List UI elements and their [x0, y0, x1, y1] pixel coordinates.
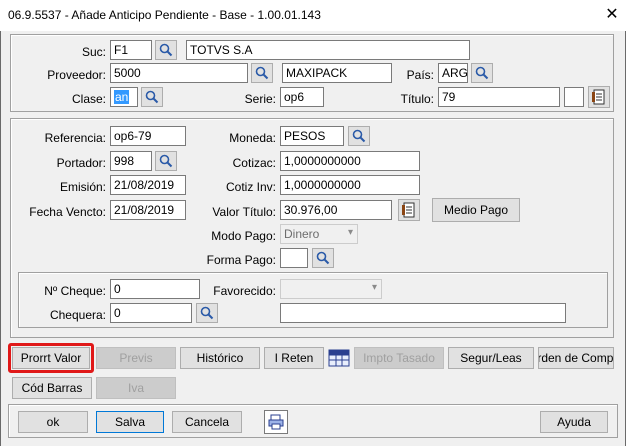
historico-button[interactable]: Histórico — [180, 347, 260, 369]
prorrt-valor-button[interactable]: Prorrt Valor — [12, 347, 90, 369]
pais-label: País: — [406, 68, 434, 82]
titulo-extra-input[interactable] — [564, 87, 584, 107]
fecha-vencto-label: Fecha Vencto: — [29, 205, 106, 219]
cotiz-inv-input[interactable]: 1,0000000000 — [280, 175, 420, 195]
valor-titulo-label: Valor Título: — [212, 205, 276, 219]
window-title: 06.9.5537 - Añade Anticipo Pendiente - B… — [8, 8, 321, 22]
cotiz-inv-label: Cotiz Inv: — [225, 180, 276, 194]
suc-search-icon[interactable] — [155, 40, 177, 60]
moneda-search-icon[interactable] — [348, 126, 370, 146]
pais-search-icon[interactable] — [471, 63, 493, 83]
modo-pago-label: Modo Pago: — [211, 229, 276, 243]
chequera-label: Chequera: — [49, 308, 106, 322]
serie-input[interactable]: op6 — [280, 87, 324, 107]
titulo-label: Título: — [400, 92, 434, 106]
chequera-description-field — [280, 303, 566, 323]
moneda-input[interactable]: PESOS — [280, 126, 344, 146]
proveedor-search-icon[interactable] — [251, 63, 273, 83]
cotizac-label: Cotizac: — [232, 156, 276, 170]
ok-button[interactable]: ok — [18, 411, 88, 433]
cod-barras-button[interactable]: Cód Barras — [12, 377, 92, 399]
proveedor-input[interactable]: 5000 — [110, 63, 248, 83]
proveedor-label: Proveedor: — [47, 68, 106, 82]
iva-button[interactable]: Iva — [96, 377, 176, 399]
chevron-down-icon: ▾ — [371, 282, 377, 293]
pais-input[interactable]: ARG — [438, 63, 468, 83]
cotizac-input[interactable]: 1,0000000000 — [280, 151, 420, 171]
valor-titulo-input[interactable]: 30.976,00 — [280, 200, 392, 220]
orden-compra-button[interactable]: Orden de Compra — [538, 347, 614, 369]
segur-leas-button[interactable]: Segur/Leas — [448, 347, 534, 369]
valor-document-icon[interactable] — [398, 199, 420, 221]
portador-input[interactable]: 998 — [110, 151, 152, 171]
suc-label: Suc: — [81, 45, 106, 59]
portador-label: Portador: — [56, 156, 106, 170]
salva-button[interactable]: Salva — [96, 411, 164, 433]
numero-cheque-label: Nº Cheque: — [44, 284, 106, 298]
ayuda-button[interactable]: Ayuda — [540, 411, 608, 433]
numero-cheque-input[interactable]: 0 — [110, 279, 200, 299]
table-icon[interactable] — [328, 348, 350, 368]
portador-search-icon[interactable] — [155, 151, 177, 171]
chequera-search-icon[interactable] — [196, 303, 218, 323]
serie-label: Serie: — [244, 92, 276, 106]
moneda-label: Moneda: — [229, 131, 276, 145]
emision-input[interactable]: 21/08/2019 — [110, 175, 186, 195]
medio-pago-button[interactable]: Medio Pago — [432, 198, 520, 222]
forma-pago-search-icon[interactable] — [312, 248, 334, 268]
suc-input[interactable]: F1 — [110, 40, 152, 60]
titulo-input[interactable]: 79 — [438, 87, 560, 107]
impto-tasado-button[interactable]: Impto Tasado — [354, 347, 444, 369]
proveedor-name-field: MAXIPACK — [282, 63, 392, 83]
chequera-input[interactable]: 0 — [110, 303, 192, 323]
clase-search-icon[interactable] — [141, 87, 163, 107]
favorecido-select[interactable]: ▾ — [280, 279, 382, 299]
clase-label: Clase: — [71, 92, 106, 106]
clase-selected-text: an — [114, 90, 130, 104]
clase-input[interactable]: an — [110, 87, 138, 107]
emision-label: Emisión: — [59, 180, 106, 194]
chevron-down-icon: ▾ — [347, 227, 353, 238]
modo-pago-value: Dinero — [284, 227, 320, 241]
suc-name-field: TOTVS S.A — [186, 40, 470, 60]
previs-button[interactable]: Previs — [96, 347, 176, 369]
print-icon[interactable] — [264, 410, 288, 434]
title-bar: 06.9.5537 - Añade Anticipo Pendiente - B… — [0, 0, 626, 31]
fecha-vencto-input[interactable]: 21/08/2019 — [110, 200, 186, 220]
modo-pago-select[interactable]: Dinero ▾ — [280, 224, 358, 244]
referencia-label: Referencia: — [44, 131, 106, 145]
close-icon[interactable]: ✕ — [604, 6, 620, 24]
forma-pago-label: Forma Pago: — [206, 253, 276, 267]
referencia-input[interactable]: op6-79 — [110, 126, 186, 146]
forma-pago-input[interactable] — [280, 248, 308, 268]
favorecido-label: Favorecido: — [213, 284, 276, 298]
cancela-button[interactable]: Cancela — [172, 411, 242, 433]
document-icon[interactable] — [588, 86, 610, 108]
i-reten-button[interactable]: I Reten — [264, 347, 324, 369]
